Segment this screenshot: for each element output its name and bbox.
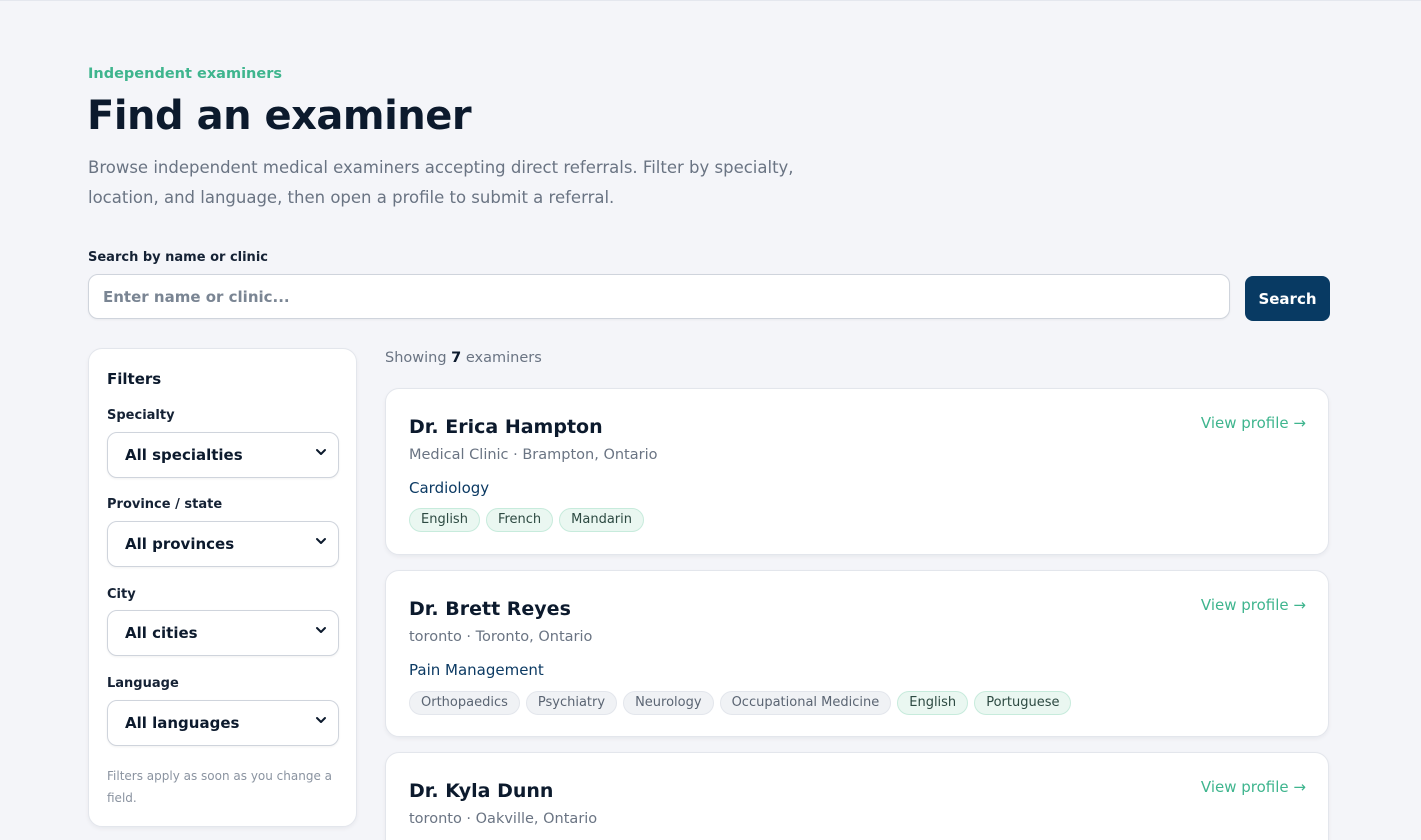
tag-list: English French Mandarin [409, 508, 645, 532]
results-count-prefix: Showing [385, 350, 447, 366]
view-profile-link[interactable]: View profile → [1201, 778, 1306, 796]
page-title: Find an examiner [87, 93, 472, 139]
province-select-value: All provinces [125, 535, 235, 553]
examiner-location: toronto · Oakville, Ontario [409, 811, 598, 827]
examiner-specialty: Pain Management [409, 661, 544, 679]
language-tag: English [897, 691, 969, 715]
examiner-location: Medical Clinic · Brampton, Ontario [409, 447, 658, 463]
view-profile-link[interactable]: View profile → [1201, 596, 1306, 614]
language-tag: French [485, 508, 554, 532]
province-select[interactable]: All provinces [107, 521, 339, 567]
examiner-name: Dr. Erica Hampton [409, 416, 603, 438]
city-select-value: All cities [125, 624, 198, 642]
specialty-label: Specialty [107, 408, 175, 423]
page: Independent examiners Find an examiner B… [0, 0, 1421, 840]
specialty-tag: Orthopaedics [409, 691, 520, 715]
tag-list: Orthopaedics Psychiatry Neurology Occupa… [409, 691, 1072, 715]
specialty-tag: Psychiatry [525, 691, 618, 715]
city-label: City [107, 587, 136, 602]
examiner-specialty: Cardiology [409, 479, 490, 497]
examiner-card: Dr. Brett Reyes toronto · Toronto, Ontar… [385, 570, 1329, 737]
specialty-tag: Occupational Medicine [719, 691, 892, 715]
top-divider [0, 0, 1421, 1]
page-eyebrow: Independent examiners [88, 66, 282, 82]
specialty-tag: Neurology [623, 691, 714, 715]
results-count: Showing 7 examiners [385, 350, 542, 366]
chevron-down-icon [316, 627, 326, 633]
examiner-card: Dr. Kyla Dunn toronto · Oakville, Ontari… [385, 752, 1329, 840]
search-label: Search by name or clinic [88, 250, 268, 265]
examiner-card: Dr. Erica Hampton Medical Clinic · Bramp… [385, 388, 1329, 555]
language-tag: English [409, 508, 480, 532]
filters-panel: Filters Specialty All specialties Provin… [88, 348, 357, 827]
examiner-name: Dr. Kyla Dunn [409, 780, 554, 802]
view-profile-link[interactable]: View profile → [1201, 414, 1306, 432]
specialty-select-value: All specialties [125, 446, 243, 464]
results-count-suffix: examiners [465, 350, 542, 366]
specialty-select[interactable]: All specialties [107, 432, 339, 478]
search-button[interactable]: Search [1245, 276, 1330, 321]
language-tag: Portuguese [974, 691, 1072, 715]
language-label: Language [107, 676, 179, 691]
chevron-down-icon [316, 449, 326, 455]
search-input[interactable] [88, 274, 1230, 319]
language-select-value: All languages [125, 714, 240, 732]
language-select[interactable]: All languages [107, 700, 339, 746]
language-tag: Mandarin [559, 508, 645, 532]
province-label: Province / state [107, 497, 223, 512]
city-select[interactable]: All cities [107, 610, 339, 656]
filters-note: Filters apply as soon as you change a fi… [107, 769, 333, 805]
chevron-down-icon [316, 538, 326, 544]
filters-title: Filters [107, 370, 162, 388]
examiner-name: Dr. Brett Reyes [409, 598, 571, 620]
chevron-down-icon [316, 717, 326, 723]
page-description: Browse independent medical examiners acc… [88, 158, 794, 207]
examiner-location: toronto · Toronto, Ontario [409, 629, 593, 645]
results-count-number: 7 [451, 350, 462, 366]
